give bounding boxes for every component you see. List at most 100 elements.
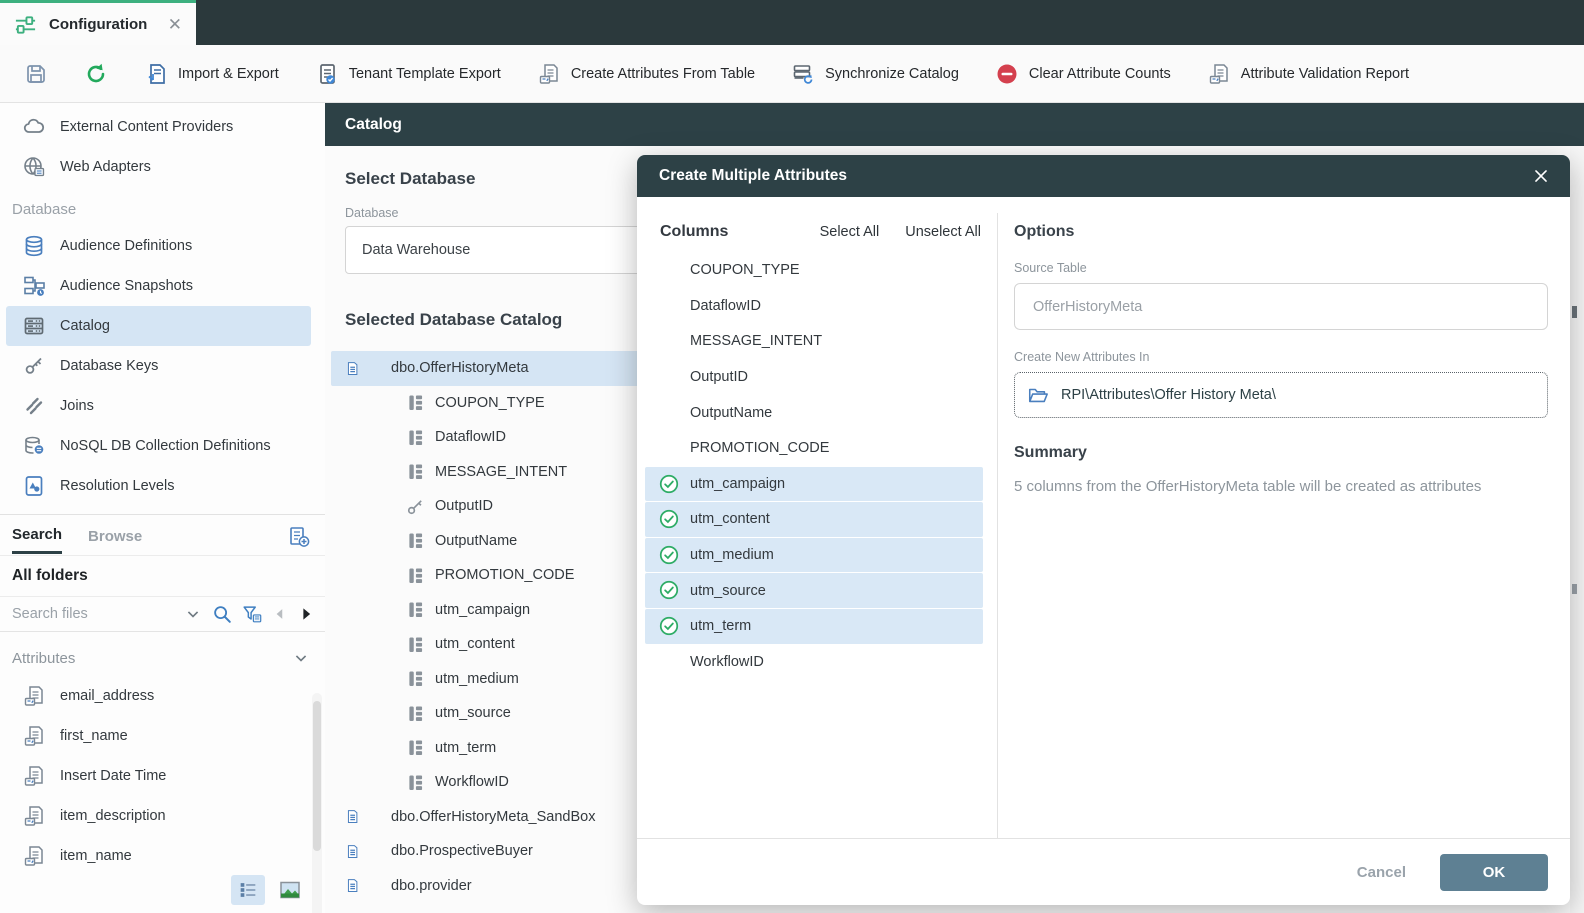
column-option-workflowid[interactable]: WorkflowID: [645, 645, 983, 680]
key-icon: [22, 354, 46, 378]
column-icon: [405, 461, 426, 482]
tab-search[interactable]: Search: [12, 526, 62, 554]
sidebar-item-external-content-providers[interactable]: External Content Providers: [6, 107, 311, 147]
table-doc-icon: [361, 806, 382, 827]
application-window: Configuration ✕ Import & Export Tenant T…: [0, 0, 1584, 913]
attributes-label: Attributes: [12, 650, 291, 667]
attribute-item-email-address[interactable]: email_address: [6, 676, 311, 716]
column-option-message-intent[interactable]: MESSAGE_INTENT: [645, 324, 983, 359]
chevron-down-icon[interactable]: [183, 604, 203, 624]
database-select-value: Data Warehouse: [362, 242, 470, 258]
save-button[interactable]: [24, 62, 48, 86]
column-option-outputid[interactable]: OutputID: [645, 360, 983, 395]
synchronize-catalog-label: Synchronize Catalog: [825, 66, 959, 82]
tab-browse[interactable]: Browse: [88, 528, 142, 553]
summary-text: 5 columns from the OfferHistoryMeta tabl…: [1014, 478, 1548, 495]
column-icon: [405, 392, 426, 413]
sidebar-item-audience-definitions[interactable]: Audience Definitions: [6, 226, 311, 266]
column-icon: [405, 668, 426, 689]
collapse-icon[interactable]: [343, 361, 361, 376]
column-icon: [405, 634, 426, 655]
select-all-button[interactable]: Select All: [820, 224, 880, 240]
attribute-validation-report-label: Attribute Validation Report: [1241, 66, 1409, 82]
close-icon: [1530, 165, 1552, 187]
sidebar-item-database-keys[interactable]: Database Keys: [6, 346, 311, 386]
column-option-utm-medium[interactable]: utm_medium: [645, 538, 983, 573]
sidebar-tabs: Search Browse: [0, 515, 325, 555]
cancel-button[interactable]: Cancel: [1357, 864, 1406, 881]
column-icon: [405, 427, 426, 448]
expand-icon[interactable]: [343, 878, 361, 893]
filter-icon[interactable]: [241, 603, 263, 625]
column-option-utm-source[interactable]: utm_source: [645, 573, 983, 608]
clear-attribute-counts-button[interactable]: Clear Attribute Counts: [995, 62, 1171, 86]
summary-heading: Summary: [1014, 444, 1548, 462]
catalog-panel-header: Catalog: [325, 103, 1584, 146]
clear-attribute-counts-label: Clear Attribute Counts: [1029, 66, 1171, 82]
cloud-icon: [22, 115, 46, 139]
unselect-all-button[interactable]: Unselect All: [905, 224, 981, 240]
nosql-icon: [22, 434, 46, 458]
sidebar-section-database: Database: [0, 187, 325, 226]
column-option-utm-term[interactable]: utm_term: [645, 609, 983, 644]
next-icon[interactable]: [297, 605, 315, 623]
dialog-header: Create Multiple Attributes: [637, 155, 1570, 197]
column-option-coupon-type[interactable]: COUPON_TYPE: [645, 253, 983, 288]
dialog-body: Columns Select All Unselect All COUPON_T…: [637, 197, 1570, 838]
import-export-button[interactable]: Import & Export: [144, 62, 279, 86]
sidebar-item-joins[interactable]: Joins: [6, 386, 311, 426]
image-view-toggle[interactable]: [273, 875, 307, 905]
attributes-header: Attributes: [0, 632, 325, 676]
create-attributes-from-table-button[interactable]: Create Attributes From Table: [537, 62, 755, 86]
sidebar: External Content Providers Web Adapters …: [0, 103, 325, 913]
sidebar-item-audience-snapshots[interactable]: Audience Snapshots: [6, 266, 311, 306]
attribute-item-first-name[interactable]: first_name: [6, 716, 311, 756]
attribute-item-insert-date-time[interactable]: Insert Date Time: [6, 756, 311, 796]
source-table-field[interactable]: OfferHistoryMeta: [1014, 283, 1548, 330]
column-option-promotion-code[interactable]: PROMOTION_CODE: [645, 431, 983, 466]
attribute-item-item-description[interactable]: item_description: [6, 796, 311, 836]
add-document-icon[interactable]: [287, 525, 311, 549]
attribute-icon: [22, 804, 46, 828]
sidebar-item-web-adapters[interactable]: Web Adapters: [6, 147, 311, 187]
attribute-item-item-name[interactable]: item_name: [6, 836, 311, 876]
attribute-validation-report-button[interactable]: Attribute Validation Report: [1207, 62, 1409, 86]
list-view-toggle[interactable]: [231, 875, 265, 905]
sidebar-item-resolution-levels[interactable]: Resolution Levels: [6, 466, 311, 506]
key-small-icon: [405, 496, 426, 517]
dialog-pane-divider: [997, 213, 998, 838]
column-icon: [405, 565, 426, 586]
selected-database-catalog-heading: Selected Database Catalog: [345, 310, 562, 330]
ok-button[interactable]: OK: [1440, 854, 1548, 891]
column-option-utm-content[interactable]: utm_content: [645, 502, 983, 537]
previous-icon[interactable]: [271, 605, 289, 623]
expand-icon[interactable]: [343, 844, 361, 859]
sidebar-item-nosql-db-collection-definitions[interactable]: NoSQL DB Collection Definitions: [6, 426, 311, 466]
expand-icon[interactable]: [343, 809, 361, 824]
tenant-template-export-label: Tenant Template Export: [349, 66, 501, 82]
column-option-outputname[interactable]: OutputName: [645, 395, 983, 430]
create-in-picker[interactable]: RPI\Attributes\Offer History Meta\: [1014, 372, 1548, 418]
column-option-dataflowid[interactable]: DataflowID: [645, 289, 983, 324]
column-option-utm-campaign[interactable]: utm_campaign: [645, 467, 983, 502]
create-in-path: RPI\Attributes\Offer History Meta\: [1061, 387, 1276, 403]
synchronize-catalog-button[interactable]: Synchronize Catalog: [791, 62, 959, 86]
source-table-label: Source Table: [1014, 261, 1548, 275]
create-in-label: Create New Attributes In: [1014, 350, 1548, 364]
refresh-button[interactable]: [84, 62, 108, 86]
dialog-close-button[interactable]: [1530, 165, 1552, 187]
column-icon: [405, 599, 426, 620]
tab-strip: Configuration ✕: [0, 0, 1584, 45]
search-icon[interactable]: [211, 603, 233, 625]
sidebar-item-catalog[interactable]: Catalog: [6, 306, 311, 346]
attribute-icon: [22, 844, 46, 868]
dialog-footer: Cancel OK: [637, 838, 1570, 905]
tab-configuration[interactable]: Configuration ✕: [0, 0, 196, 45]
all-folders-label: All folders: [0, 555, 325, 597]
attributes-scrollbar[interactable]: [312, 693, 322, 913]
search-input[interactable]: [12, 606, 175, 622]
tab-close-icon[interactable]: ✕: [168, 16, 182, 33]
doc-import-icon: [144, 62, 168, 86]
chevron-down-icon[interactable]: [291, 648, 311, 668]
tenant-template-export-button[interactable]: Tenant Template Export: [315, 62, 501, 86]
